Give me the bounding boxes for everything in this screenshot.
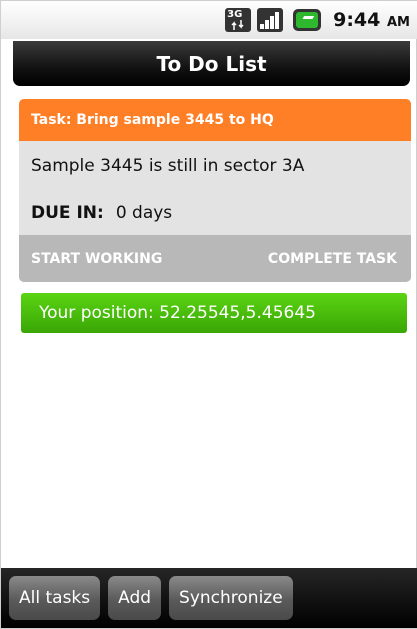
- task-card: Task: Bring sample 3445 to HQ Sample 344…: [19, 99, 411, 282]
- clock-time: 9:44: [333, 9, 381, 31]
- clock-ampm: AM: [387, 15, 410, 30]
- page-title: To Do List: [156, 51, 267, 76]
- position-text: Your position: 52.25545,5.45645: [39, 303, 316, 323]
- battery-icon: [293, 9, 322, 31]
- task-actions: START WORKING COMPLETE TASK: [19, 235, 411, 282]
- add-button[interactable]: Add: [108, 576, 162, 620]
- due-value: 0 days: [115, 203, 173, 223]
- title-bar: To Do List: [13, 41, 410, 86]
- bottom-toolbar: All tasks Add Synchronize: [1, 568, 417, 628]
- phone-screen: 3G 9:44 AM To Do List Task: Bring sample…: [0, 0, 417, 629]
- task-due: DUE IN: 0 days: [19, 191, 411, 235]
- position-bar: Your position: 52.25545,5.45645: [21, 293, 407, 333]
- status-icons: 3G 9:44 AM: [225, 7, 410, 33]
- 3g-data-icon: 3G: [225, 8, 252, 32]
- task-header: Task: Bring sample 3445 to HQ: [19, 99, 411, 141]
- status-bar: 3G 9:44 AM: [1, 1, 417, 39]
- network-type-label: 3G: [227, 9, 243, 20]
- data-arrows-icon: [231, 20, 244, 30]
- synchronize-button[interactable]: Synchronize: [169, 576, 293, 620]
- task-description: Sample 3445 is still in sector 3A: [31, 156, 305, 176]
- start-working-button[interactable]: START WORKING: [31, 251, 162, 267]
- signal-strength-icon: [257, 8, 284, 32]
- clock: 9:44 AM: [333, 9, 410, 31]
- all-tasks-button[interactable]: All tasks: [9, 576, 101, 620]
- complete-task-button[interactable]: COMPLETE TASK: [268, 251, 397, 267]
- due-label: DUE IN:: [31, 203, 104, 223]
- task-title: Task: Bring sample 3445 to HQ: [31, 112, 274, 128]
